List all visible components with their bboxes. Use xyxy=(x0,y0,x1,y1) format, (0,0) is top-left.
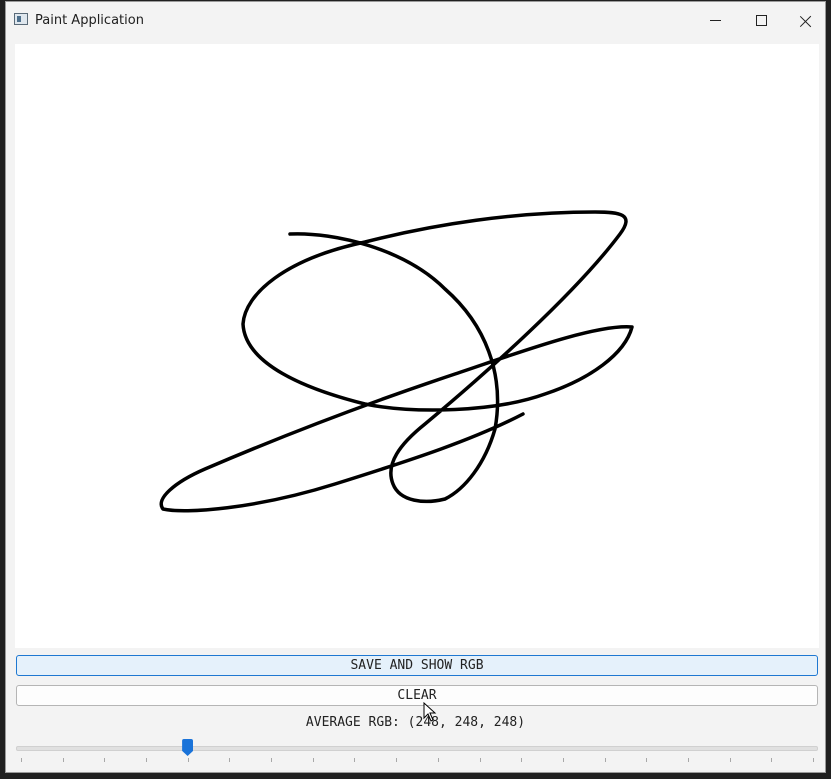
slider-tick xyxy=(813,758,814,762)
mouse-pointer-icon xyxy=(423,702,437,722)
slider-tick xyxy=(271,758,273,762)
slider-tick xyxy=(62,758,64,762)
freehand-stroke xyxy=(159,210,634,513)
clear-button[interactable]: CLEAR xyxy=(16,685,818,706)
close-icon xyxy=(800,15,812,27)
maximize-button[interactable] xyxy=(738,2,784,39)
average-rgb-label: AVERAGE RGB: (248, 248, 248) xyxy=(305,715,526,730)
window-title: Paint Application xyxy=(35,13,144,28)
slider-tick xyxy=(646,758,648,762)
slider-tick xyxy=(771,758,773,762)
slider-tick xyxy=(229,758,231,762)
slider-tick xyxy=(437,758,439,762)
close-button[interactable] xyxy=(783,2,825,39)
slider-tick xyxy=(146,758,148,762)
drawing-surface[interactable] xyxy=(15,44,819,648)
minimize-icon xyxy=(709,20,721,21)
minimize-button[interactable] xyxy=(692,2,738,39)
save-and-show-rgb-button[interactable]: SAVE AND SHOW RGB xyxy=(16,655,818,676)
title-bar[interactable]: Paint Application xyxy=(6,2,825,39)
slider-tick xyxy=(479,758,481,762)
slider-tick xyxy=(729,758,731,762)
slider-tick xyxy=(354,758,356,762)
brush-size-slider[interactable] xyxy=(16,736,818,766)
maximize-icon xyxy=(755,15,767,26)
slider-tick xyxy=(21,758,22,762)
slider-tick xyxy=(521,758,523,762)
paint-window: Paint Application SAVE AND SHOW RGB CLEA… xyxy=(5,1,826,773)
slider-tick xyxy=(312,758,314,762)
drawing-canvas[interactable] xyxy=(15,44,819,648)
slider-tick xyxy=(687,758,689,762)
slider-tick xyxy=(187,758,189,762)
slider-tick xyxy=(104,758,106,762)
slider-tick xyxy=(604,758,606,762)
slider-thumb[interactable] xyxy=(182,739,194,756)
app-icon xyxy=(14,13,28,25)
slider-tick xyxy=(396,758,398,762)
slider-tick xyxy=(562,758,564,762)
slider-track[interactable] xyxy=(16,746,818,751)
